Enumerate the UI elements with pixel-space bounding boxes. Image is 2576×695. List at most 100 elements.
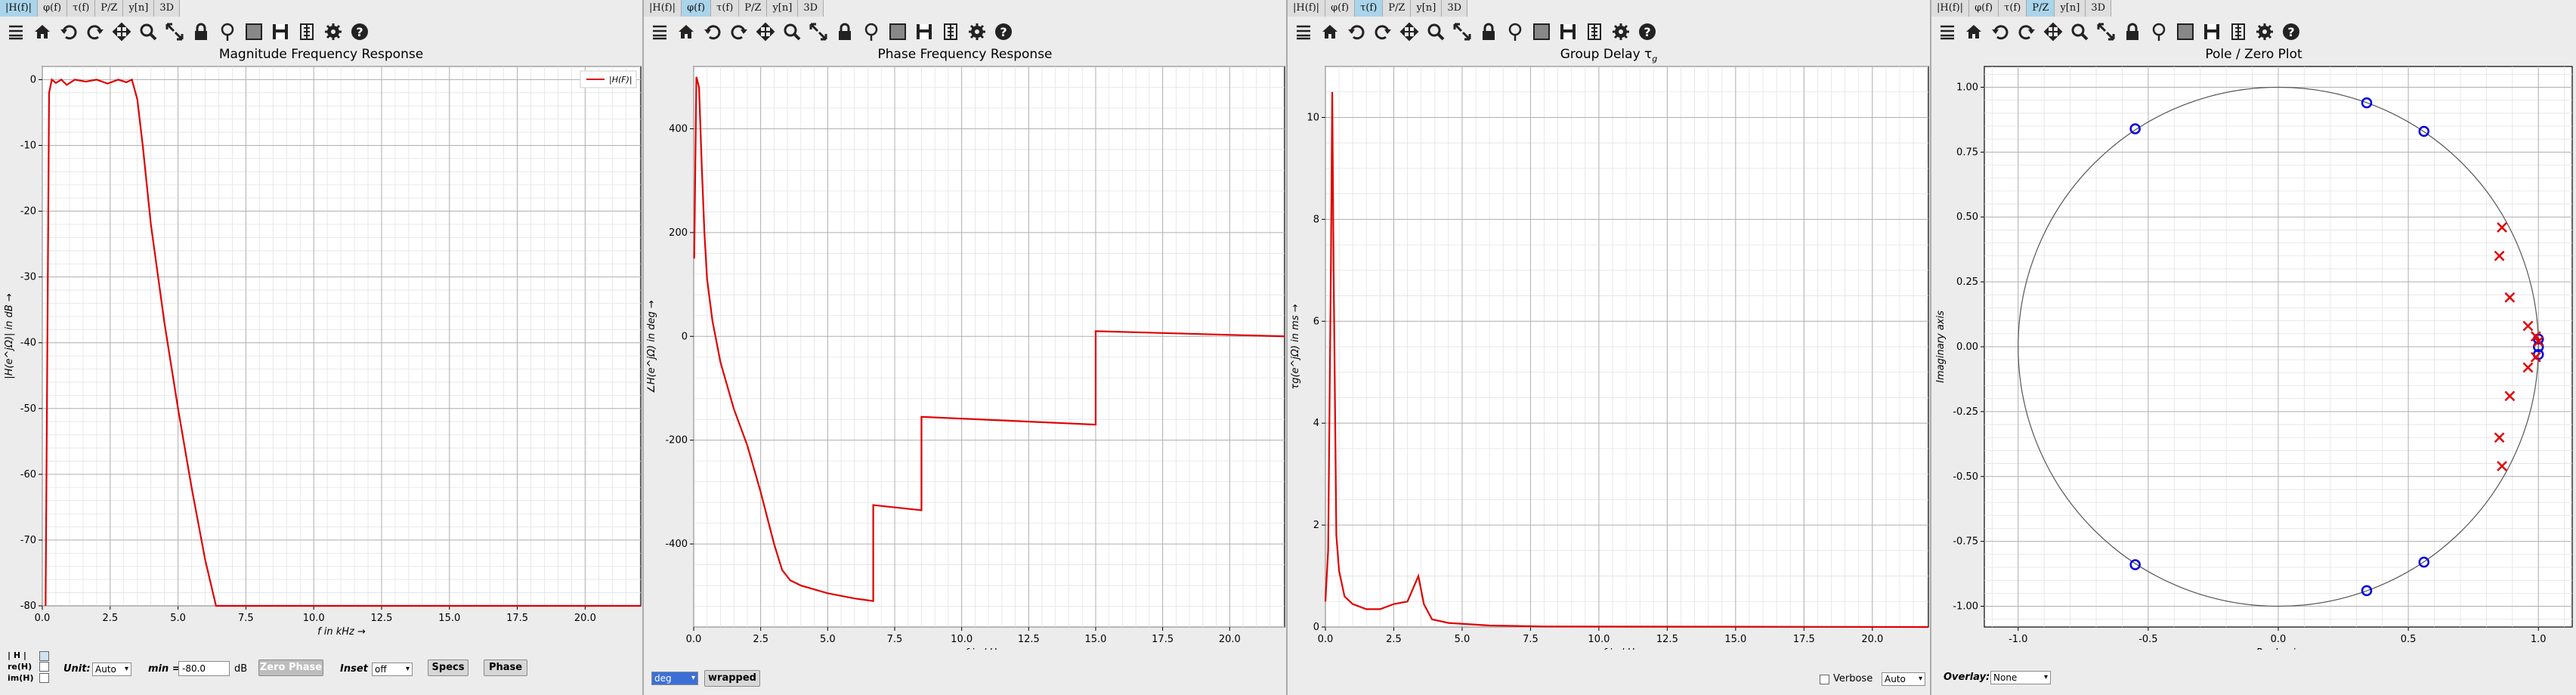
plot-area (693, 66, 1285, 628)
y-tick-label: -0.25 (1953, 406, 1978, 418)
x-tick-label: 12.5 (371, 613, 393, 624)
x-tick-label: 10.0 (1588, 634, 1610, 645)
magnitude-panel: |H(f)| φ(f) τ(f) P/Z y[n] 3D ? Magnitude Freq… (0, 0, 644, 695)
x-axis-label: Real axis (2256, 647, 2301, 650)
x-tick-label: 5.0 (170, 613, 186, 624)
y-axis-label: Imaginary axis (1935, 310, 1947, 383)
x-tick-label: 10.0 (951, 634, 973, 645)
x-tick-label: 12.5 (1656, 634, 1678, 645)
x-tick-label: 5.0 (820, 634, 836, 645)
overlay-select[interactable]: None (1990, 671, 2051, 684)
x-tick-label: 5.0 (1455, 634, 1470, 645)
im-checkbox[interactable] (39, 673, 49, 683)
x-tick-label: -0.5 (2138, 634, 2157, 645)
y-tick-label: 200 (669, 227, 688, 239)
plot-area (42, 66, 642, 607)
x-tick-label: 17.5 (506, 613, 528, 624)
y-tick-label: 0.50 (1956, 212, 1978, 223)
y-tick-label: -400 (665, 539, 688, 550)
x-tick-label: 7.5 (1523, 634, 1538, 645)
x-tick-label: 0.0 (35, 613, 51, 624)
y-tick-label: -10 (20, 140, 36, 151)
min-unit: dB (234, 663, 248, 675)
x-tick-label: -1.0 (2009, 634, 2027, 645)
x-tick-label: 2.5 (753, 634, 768, 645)
unit-select[interactable]: Auto (92, 663, 131, 676)
y-tick-label: 0 (682, 331, 688, 342)
re-label: re(H) (8, 662, 32, 672)
y-tick-label: -20 (20, 206, 36, 218)
x-tick-label: 7.5 (238, 613, 254, 624)
x-tick-label: 0.0 (686, 634, 702, 645)
h-checkbox[interactable] (39, 651, 49, 661)
y-tick-label: -50 (20, 403, 36, 415)
phase-plot[interactable]: 0.0 2.5 5.0 7.5 10.0 12.5 15.0 17.5 20.0 400 200 0 -… (644, 0, 1288, 650)
x-tick-label: 17.5 (1152, 634, 1174, 645)
x-tick-label: 0.5 (2401, 634, 2417, 645)
verbose-label: Verbose (1833, 673, 1873, 684)
x-tick-label: 0.0 (2271, 634, 2287, 645)
y-tick-label: -30 (20, 272, 36, 283)
y-tick-label: 0.00 (1956, 341, 1978, 353)
verbose-checkbox[interactable] (1820, 675, 1829, 684)
x-tick-label: 20.0 (574, 613, 596, 624)
y-tick-label: 4 (1313, 418, 1319, 429)
y-tick-label: -0.75 (1953, 536, 1978, 548)
zero-phase-button[interactable]: Zero Phase (258, 659, 323, 676)
x-tick-label: 12.5 (1018, 634, 1040, 645)
y-tick-label: -40 (20, 338, 36, 349)
y-tick-label: -200 (665, 435, 688, 446)
overlay-label: Overlay: (1944, 672, 1990, 683)
x-tick-label: 1.0 (2531, 634, 2547, 645)
inset-select[interactable]: off (372, 663, 413, 676)
x-axis-label: f in kHz → (965, 647, 1013, 650)
y-tick-label: 1.00 (1956, 82, 1978, 93)
y-tick-label: 6 (1313, 316, 1319, 327)
min-label: min = (148, 663, 181, 675)
x-tick-label: 2.5 (1386, 634, 1402, 645)
x-tick-label: 17.5 (1793, 634, 1815, 645)
magnitude-plot[interactable]: 0.0 2.5 5.0 7.5 10.0 12.5 15.0 17.5 20.0 0 -10 -20 -… (0, 0, 644, 650)
phase-unit-select[interactable]: deg (651, 672, 698, 685)
x-tick-label: 2.5 (102, 613, 118, 624)
x-tick-label: 15.0 (1724, 634, 1746, 645)
y-tick-label: 0.25 (1956, 276, 1978, 288)
y-tick-label: 0 (30, 74, 36, 85)
y-axis-label: τg(e^jΩ) in ms → (1290, 304, 1301, 389)
x-tick-label: 10.0 (303, 613, 325, 624)
x-tick-label: 20.0 (1861, 634, 1883, 645)
pole-zero-plot[interactable]: -1.0 -0.5 0.0 0.5 1.0 1.00 0.75 0.50 0.25 0.00 -0.… (1931, 0, 2576, 650)
inset-label: Inset (340, 663, 368, 675)
y-tick-label: -0.50 (1953, 471, 1978, 483)
x-tick-label: 15.0 (438, 613, 460, 624)
x-tick-label: 7.5 (887, 634, 903, 645)
phase-panel: |H(f)| φ(f) τ(f) P/Z y[n] 3D ? Phase Frequenc… (644, 0, 1288, 695)
im-label: im(H) (8, 673, 34, 683)
phase-button[interactable]: Phase (484, 659, 527, 676)
y-tick-label: -70 (20, 535, 36, 546)
specs-button[interactable]: Specs (428, 659, 469, 676)
y-tick-label: 400 (669, 123, 688, 134)
x-tick-label: 15.0 (1084, 634, 1106, 645)
h-label: | H | (8, 650, 26, 660)
x-tick-label: 0.0 (1318, 634, 1334, 645)
y-tick-label: -80 (20, 601, 36, 612)
re-checkbox[interactable] (39, 662, 49, 672)
y-tick-label: -1.00 (1953, 601, 1978, 613)
pole-zero-panel: |H(f)| φ(f) τ(f) P/Z y[n] 3D ? Pole / Zero Pl… (1931, 0, 2576, 695)
verbose-select[interactable]: Auto (1882, 672, 1925, 686)
y-axis-label: |H(e^jΩ)| in dB → (4, 293, 15, 379)
group-delay-panel: |H(f)| φ(f) τ(f) P/Z y[n] 3D ? Group Delay τg… (1288, 0, 1931, 695)
y-tick-label: 2 (1313, 520, 1319, 531)
legend-label: |H(F)| (609, 75, 632, 85)
x-tick-label: 20.0 (1219, 634, 1241, 645)
group-delay-plot[interactable]: 0.0 2.5 5.0 7.5 10.0 12.5 15.0 17.5 20.0 0 2 4 6 8 10 f… (1288, 0, 1931, 650)
y-tick-label: 10 (1307, 112, 1319, 123)
y-axis-label: ∠H(e^jΩ) in deg → (646, 300, 657, 394)
y-tick-label: 0.75 (1956, 147, 1978, 158)
min-input[interactable]: -80.0 (178, 661, 230, 676)
wrapped-button[interactable]: wrapped (704, 670, 760, 687)
y-tick-label: -60 (20, 469, 36, 480)
x-axis-label: f in kHz → (317, 626, 366, 638)
x-axis-label: f in kHz → (1603, 647, 1651, 650)
